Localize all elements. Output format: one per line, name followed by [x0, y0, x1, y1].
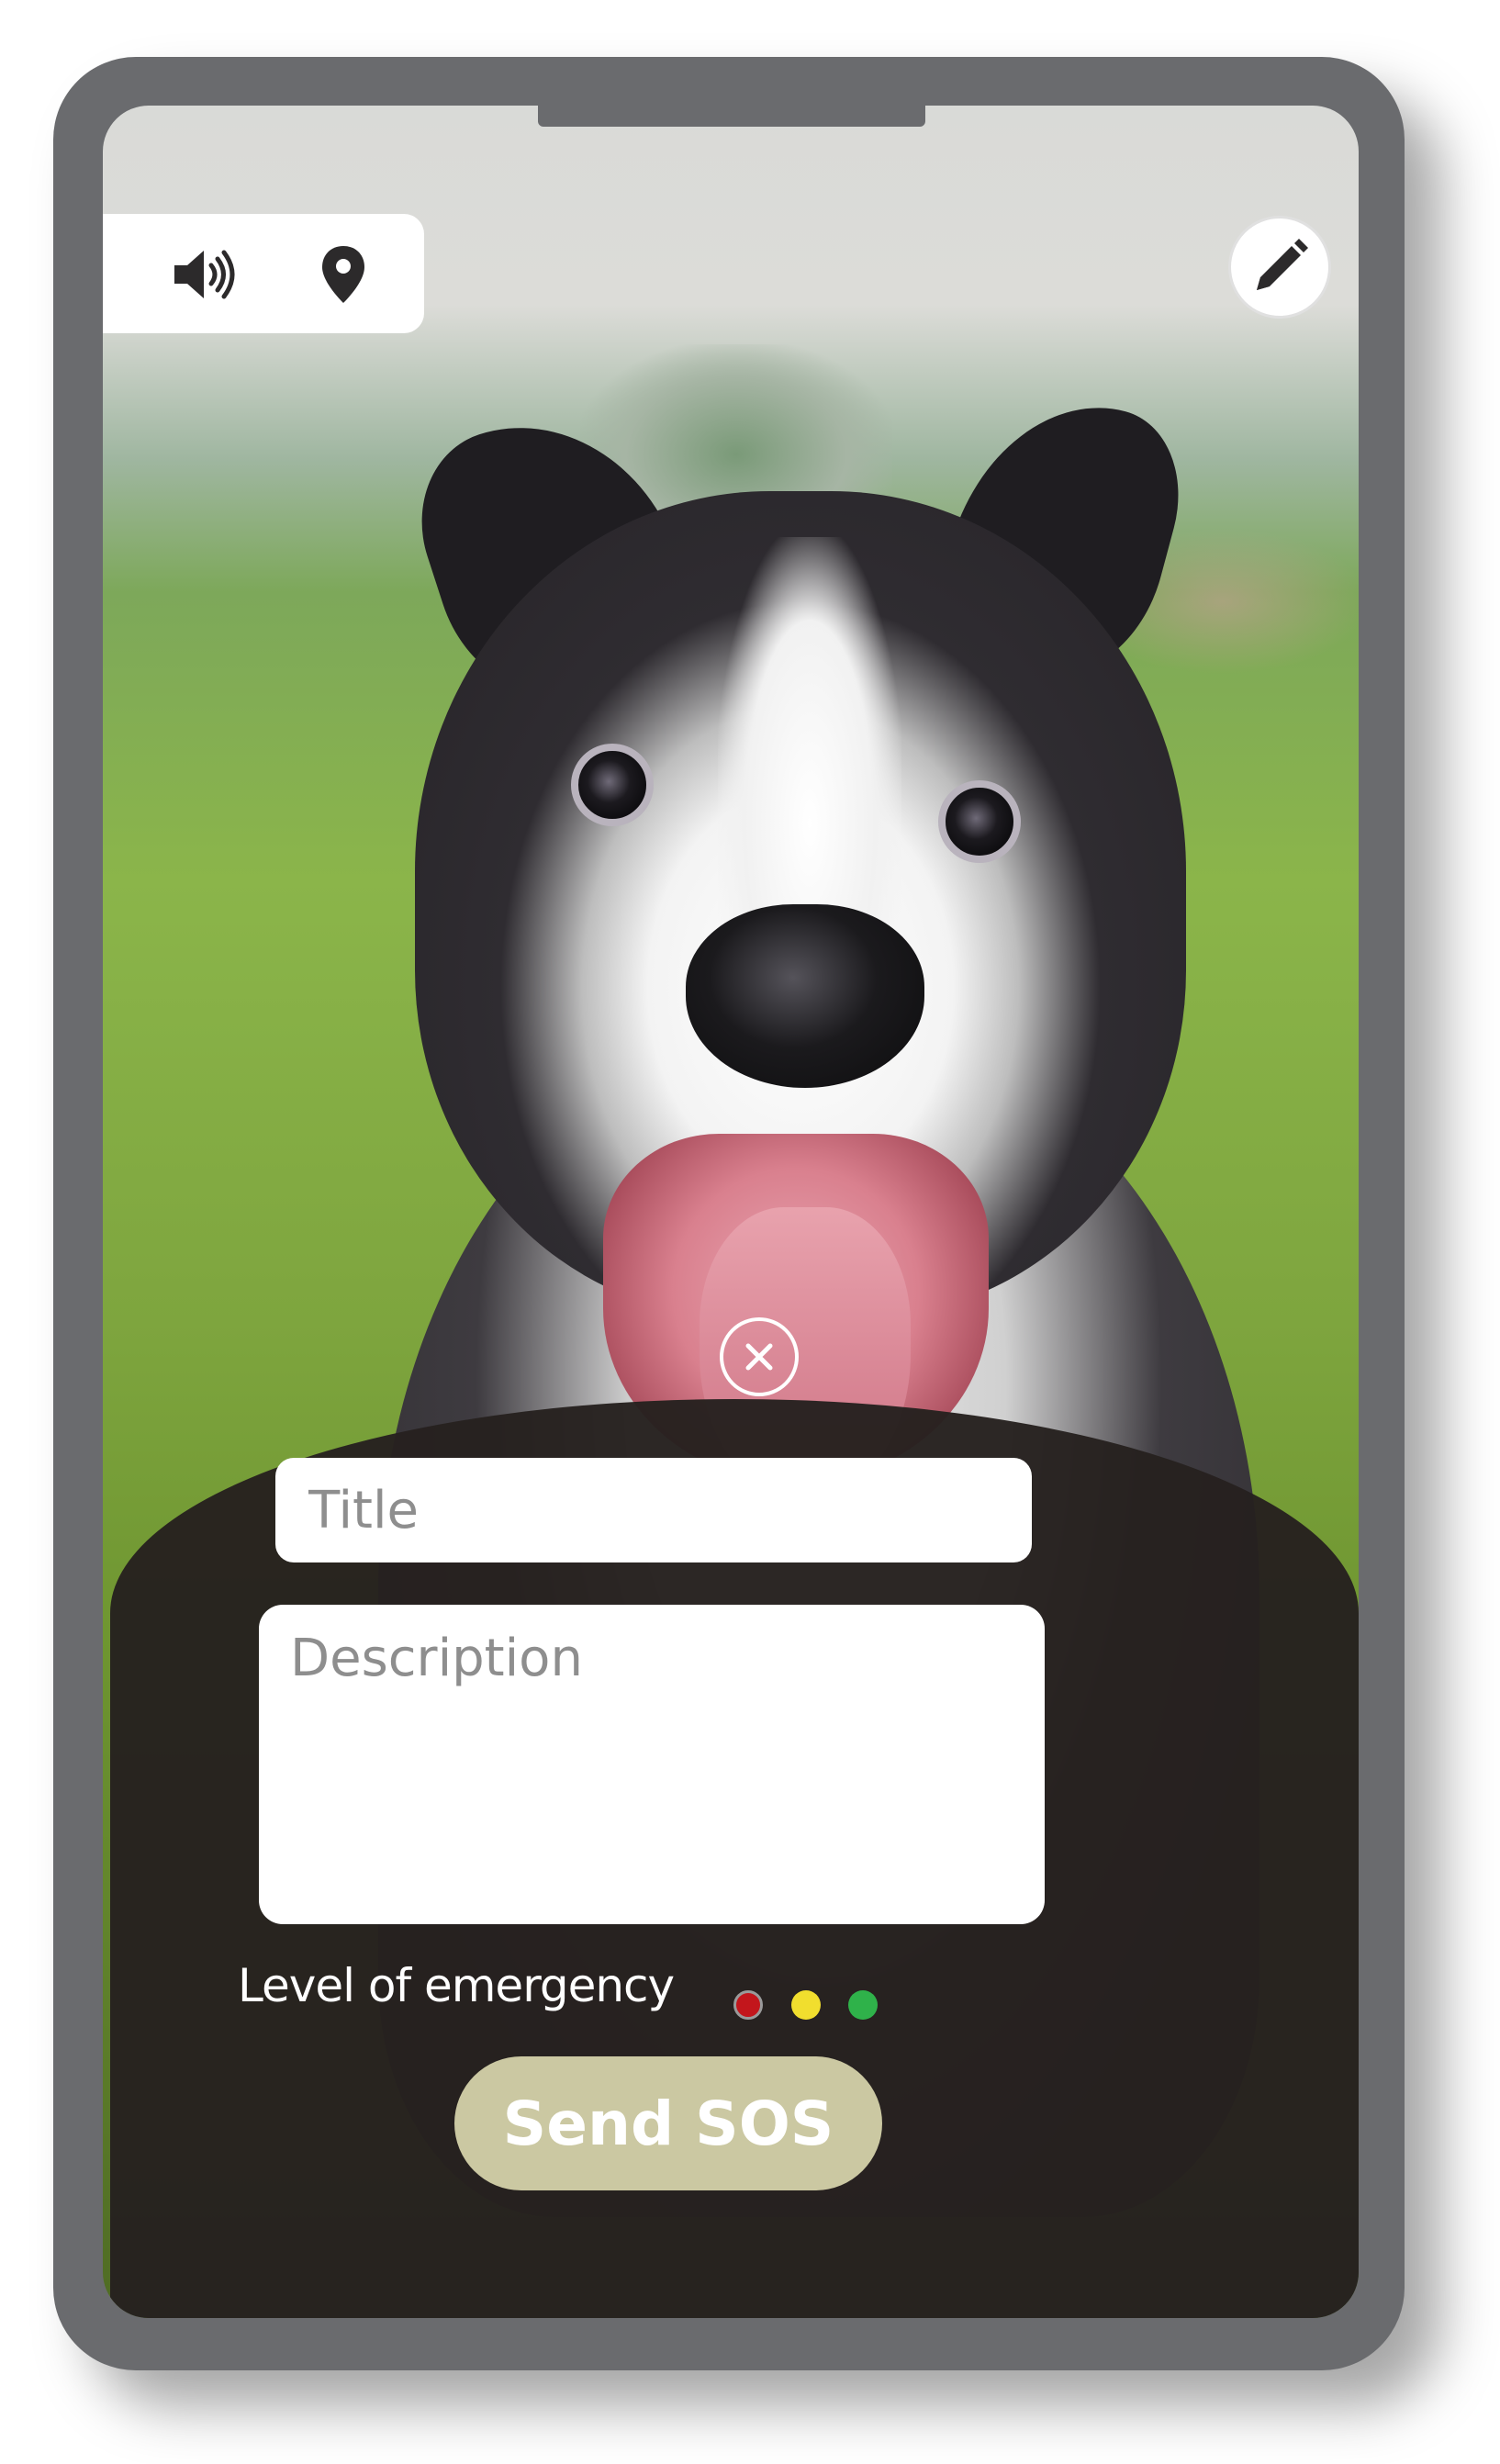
- phone-notch: [538, 103, 925, 127]
- close-icon: [745, 1343, 773, 1371]
- speaker-volume-icon[interactable]: [169, 247, 242, 302]
- dog-nose: [686, 904, 924, 1088]
- level-yellow-option[interactable]: [791, 1990, 821, 2020]
- location-pin-icon[interactable]: [307, 246, 380, 303]
- level-of-emergency-label: Level of emergency: [238, 1959, 675, 2012]
- send-sos-button[interactable]: Send SOS: [454, 2056, 882, 2190]
- level-red-option[interactable]: [733, 1990, 763, 2020]
- title-field[interactable]: [275, 1458, 1032, 1562]
- pencil-icon: [1257, 239, 1308, 290]
- dog-left-eye: [571, 744, 654, 826]
- description-field[interactable]: [259, 1605, 1045, 1924]
- dog-right-eye: [938, 780, 1021, 863]
- level-green-option[interactable]: [848, 1990, 878, 2020]
- edit-button[interactable]: [1228, 216, 1331, 319]
- top-toolbar: [103, 214, 424, 333]
- close-panel-button[interactable]: [720, 1317, 799, 1396]
